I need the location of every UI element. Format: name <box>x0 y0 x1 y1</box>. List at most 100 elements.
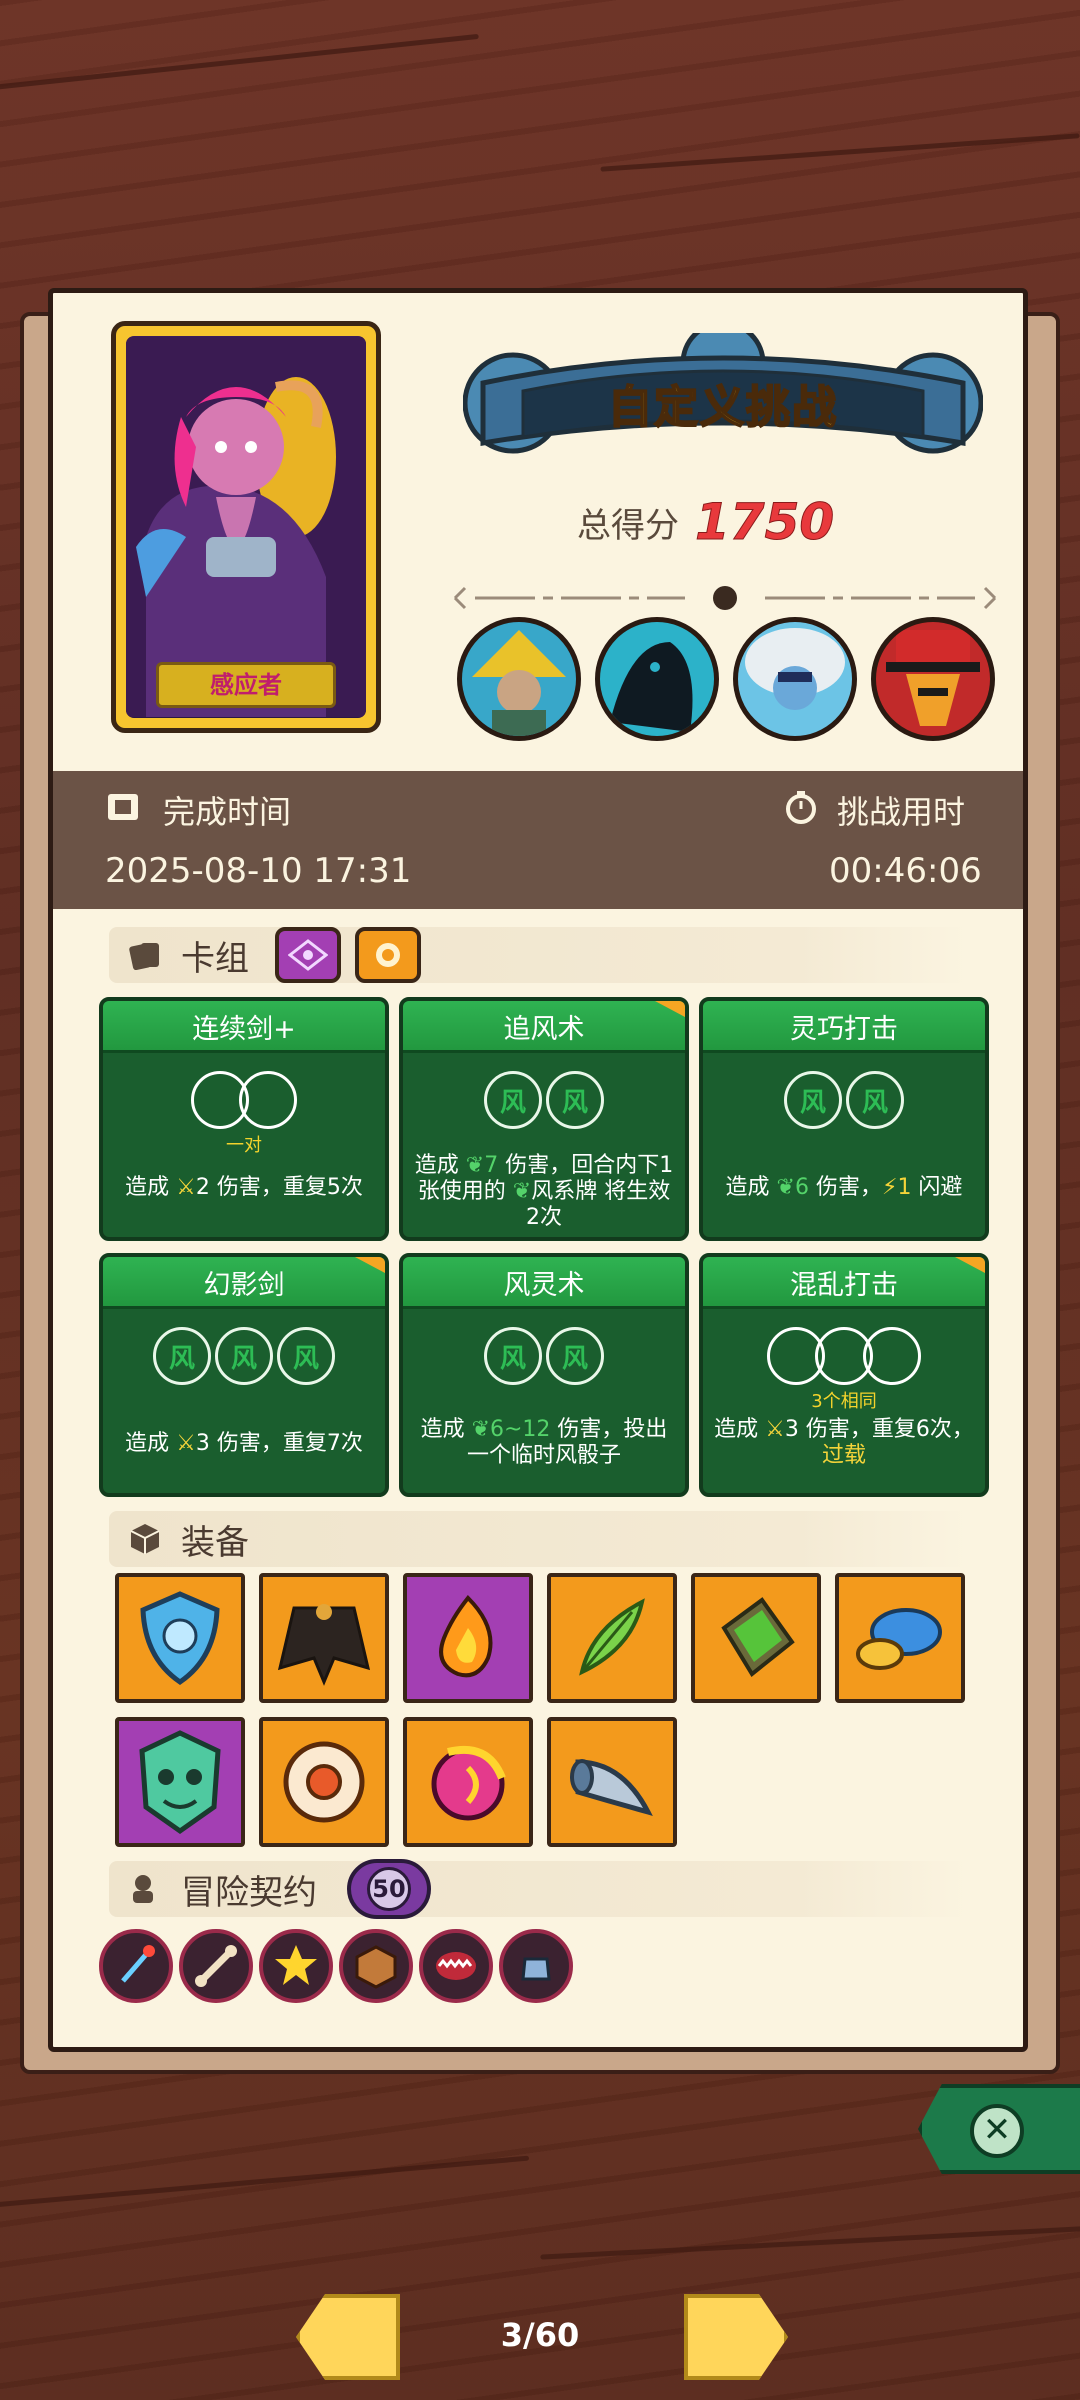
equipment-slot[interactable] <box>547 1717 677 1847</box>
flame-fruit-icon <box>439 1595 493 1678</box>
contract-section-header: 冒险契约 50 <box>109 1859 969 1919</box>
hero-name-plate: 感应者 <box>156 662 336 708</box>
wind-dice-slot <box>546 1071 604 1129</box>
wind-dice-slot <box>484 1327 542 1385</box>
card-slots <box>703 1327 985 1385</box>
white-ring-icon <box>283 1741 365 1823</box>
score-label: 总得分 <box>577 505 679 546</box>
equipment-slot[interactable] <box>835 1573 965 1703</box>
card-name: 追风术 <box>503 1014 585 1045</box>
box-icon <box>130 1524 160 1554</box>
blue-mushroom-icon <box>856 1608 942 1670</box>
equipment-slot[interactable] <box>259 1717 389 1847</box>
slot-requirement: 一对 <box>226 1135 262 1156</box>
deck-card[interactable]: 幻影剑 造成 ⚔3 伤害，重复7次 <box>99 1253 389 1497</box>
companion-avatar[interactable] <box>733 617 857 741</box>
finish-time-value: 2025-08-10 17:31 <box>105 851 412 891</box>
companion-avatar[interactable] <box>871 617 995 741</box>
rune-eye-icon <box>288 939 328 971</box>
trident-icon <box>121 1945 155 1983</box>
card-slots <box>403 1071 685 1129</box>
duration-value: 00:46:06 <box>829 851 982 891</box>
wind-dice-slot <box>215 1327 273 1385</box>
deck-card[interactable]: 追风术 造成 ❦7 伤害，回合内下1张使用的 ❦风系牌 将生效2次 <box>399 997 689 1241</box>
contract-seal-icon <box>133 1875 153 1903</box>
deck-card[interactable]: 风灵术 造成 ❦6~12 伤害，投出一个临时风骰子 <box>399 1253 689 1497</box>
card-name: 连续剑+ <box>192 1014 296 1045</box>
deck-title: 卡组 <box>181 938 249 979</box>
card-description: 造成 ❦6 伤害，⚡1 闪避 <box>725 1175 963 1200</box>
equipment-slot[interactable] <box>115 1717 245 1847</box>
slot-requirement: 3个相同 <box>811 1391 877 1412</box>
card-slots <box>703 1071 985 1129</box>
card-slots <box>403 1327 685 1385</box>
deck-filter-purple[interactable] <box>275 927 341 983</box>
challenge-result-panel: 感应者 自定义挑战 总得分 1750 完成时间 2025-08-10 17:31… <box>48 288 1028 2052</box>
wind-dice-slot <box>153 1327 211 1385</box>
card-slots <box>103 1327 385 1385</box>
hero-portrait: 感应者 <box>126 336 366 718</box>
close-button[interactable]: ✕ <box>918 2084 1080 2174</box>
card-description: 造成 ❦7 伤害，回合内下1张使用的 ❦风系牌 将生效2次 <box>414 1153 674 1230</box>
wind-dice-slot <box>277 1327 335 1385</box>
stopwatch-icon <box>786 791 816 824</box>
jaws-icon <box>436 1952 476 1980</box>
contract-modifier[interactable] <box>339 1929 413 2003</box>
contract-modifier[interactable] <box>419 1929 493 2003</box>
contract-modifier[interactable] <box>99 1929 173 2003</box>
deck-filter-orange[interactable] <box>355 927 421 983</box>
white-fur-child-icon <box>745 628 845 710</box>
burst-icon <box>275 1945 317 1985</box>
equipment-slot[interactable] <box>115 1573 245 1703</box>
magic-orb-icon <box>431 1745 506 1821</box>
equipment-slot[interactable] <box>403 1717 533 1847</box>
hero-art-icon <box>126 337 366 717</box>
card-slots <box>103 1071 385 1129</box>
crate-icon <box>355 1945 397 1989</box>
wind-dice-slot <box>484 1071 542 1129</box>
straw-hat-elder-icon <box>472 630 566 736</box>
hero-portrait-card[interactable]: 感应者 <box>111 321 381 733</box>
horn-icon <box>570 1759 653 1816</box>
deck-section-header: 卡组 <box>109 927 969 983</box>
contract-level-badge: 50 <box>347 1859 431 1919</box>
deck-card[interactable]: 灵巧打击 造成 ❦6 伤害，⚡1 闪避 <box>699 997 989 1241</box>
card-name: 混乱打击 <box>790 1270 898 1301</box>
demon-mask-icon <box>139 1730 221 1835</box>
dice-slot <box>863 1327 921 1385</box>
close-icon: ✕ <box>970 2104 1024 2158</box>
contract-modifier[interactable] <box>499 1929 573 2003</box>
contract-modifier[interactable] <box>179 1929 253 2003</box>
card-name: 幻影剑 <box>203 1270 285 1301</box>
bone-icon <box>195 1945 237 1987</box>
score-row: 总得分 1750 <box>577 493 835 552</box>
sun-spiral-icon <box>376 943 400 967</box>
shadow-creature-icon <box>610 642 693 732</box>
deck-card[interactable]: 连续剑+ 一对 造成 ⚔2 伤害，重复5次 <box>99 997 389 1241</box>
equipment-slot[interactable] <box>259 1573 389 1703</box>
score-value: 1750 <box>694 493 835 552</box>
equipment-title: 装备 <box>181 1522 249 1563</box>
contract-modifier[interactable] <box>259 1929 333 2003</box>
contract-title: 冒险契约 <box>181 1872 317 1913</box>
ornament-divider-icon <box>453 586 997 610</box>
companion-avatar[interactable] <box>457 617 581 741</box>
companion-avatar[interactable] <box>595 617 719 741</box>
film-icon <box>108 794 138 820</box>
card-description: 造成 ⚔2 伤害，重复5次 <box>125 1175 363 1200</box>
companion-avatars <box>457 617 995 741</box>
fist-icon <box>521 1957 551 1981</box>
moss-stone-icon <box>721 1597 795 1677</box>
wind-dice-slot <box>546 1327 604 1385</box>
card-description: 造成 ⚔3 伤害，重复7次 <box>125 1431 363 1456</box>
equipment-slot[interactable] <box>691 1573 821 1703</box>
card-name: 风灵术 <box>503 1270 585 1301</box>
equipment-slot[interactable] <box>547 1573 677 1703</box>
card-description: 造成 ❦6~12 伤害，投出一个临时风骰子 <box>420 1417 668 1468</box>
duration-label: 挑战用时 <box>837 793 966 831</box>
equipment-slot[interactable] <box>403 1573 533 1703</box>
wind-dice-slot <box>784 1071 842 1129</box>
deck-card[interactable]: 混乱打击 3个相同 造成 ⚔3 伤害，重复6次，过载 <box>699 1253 989 1497</box>
cards-icon <box>129 943 159 971</box>
contract-level-value: 50 <box>367 1867 411 1911</box>
